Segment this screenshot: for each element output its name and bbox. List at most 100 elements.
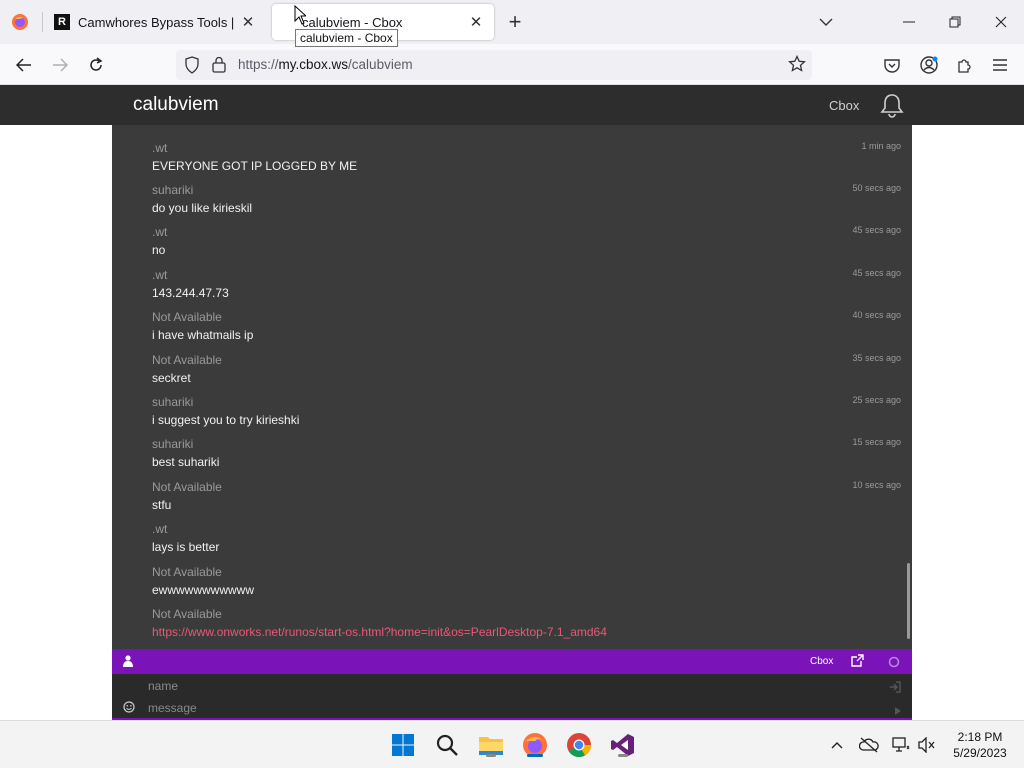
tab-title: Camwhores Bypass Tools | Priva <box>78 14 236 30</box>
message-author: suhariki <box>152 183 194 197</box>
close-tab-icon[interactable]: ✕ <box>236 10 260 34</box>
chevron-up-icon[interactable] <box>827 735 847 755</box>
smiley-icon[interactable] <box>123 700 135 718</box>
message-time: 1 min ago <box>861 141 901 151</box>
extensions-icon[interactable] <box>950 51 978 79</box>
minimize-icon[interactable] <box>895 8 923 36</box>
bell-icon[interactable] <box>879 92 905 118</box>
system-clock[interactable]: 2:18 PM 5/29/2023 <box>940 729 1020 761</box>
chat-scrollbar[interactable] <box>907 563 910 639</box>
message-author: .wt <box>152 141 168 155</box>
list-item: suhariki best suhariki 15 secs ago <box>152 437 904 470</box>
message-time: 40 secs ago <box>852 310 901 320</box>
taskbar: 2:18 PM 5/29/2023 <box>0 720 1024 768</box>
bookmark-star-icon[interactable] <box>788 54 806 78</box>
message-author: .wt <box>152 225 168 239</box>
message-text: do you like kirieskil <box>152 201 253 215</box>
url-scheme: https:// <box>238 57 279 72</box>
message-time: 45 secs ago <box>852 225 901 235</box>
clock-date: 5/29/2023 <box>953 746 1007 760</box>
message-text: lays is better <box>152 540 220 554</box>
site-header: calubviem Cbox <box>0 85 1024 125</box>
external-link-icon[interactable] <box>851 654 864 672</box>
message-text: 143.244.47.73 <box>152 286 229 300</box>
list-item: Not Available i have whatmails ip 40 sec… <box>152 310 904 343</box>
list-item: .wt no 45 secs ago <box>152 225 904 258</box>
running-indicator <box>618 754 628 757</box>
list-item: Not Available seckret 35 secs ago <box>152 353 904 386</box>
tracking-protection-shield-icon[interactable] <box>184 56 200 79</box>
restore-icon[interactable] <box>941 8 969 36</box>
post-form <box>112 674 912 720</box>
list-item: .wt EVERYONE GOT IP LOGGED BY ME 1 min a… <box>152 141 904 174</box>
back-icon[interactable] <box>10 51 38 79</box>
tab-camwhores-bypass[interactable]: R Camwhores Bypass Tools | Priva ✕ <box>46 4 266 40</box>
file-explorer-icon[interactable] <box>475 729 507 761</box>
search-icon[interactable] <box>431 729 463 761</box>
refresh-spinner-icon[interactable] <box>888 655 900 673</box>
message-text: best suhariki <box>152 455 220 469</box>
tab-tooltip: calubviem - Cbox <box>295 29 398 47</box>
address-bar[interactable]: https://my.cbox.ws/calubviem <box>176 50 812 80</box>
list-item: .wt lays is better <box>152 522 904 555</box>
message-text: ewwwwwwwwwww <box>152 583 254 597</box>
pocket-icon[interactable] <box>878 51 906 79</box>
list-item: Not Available https://www.onworks.net/ru… <box>152 607 904 640</box>
message-author: .wt <box>152 522 168 536</box>
message-time: 10 secs ago <box>852 480 901 490</box>
tab-separator <box>42 12 43 32</box>
firefox-view-icon[interactable] <box>8 10 32 34</box>
tab-title: calubviem - Cbox <box>302 14 403 30</box>
active-indicator <box>527 754 543 757</box>
message-author: Not Available <box>152 480 222 494</box>
chevron-down-icon[interactable] <box>814 10 838 34</box>
hamburger-menu-icon[interactable] <box>986 51 1014 79</box>
message-author: suhariki <box>152 437 194 451</box>
new-tab-icon[interactable]: + <box>503 9 527 34</box>
clock-time: 2:18 PM <box>957 730 1003 744</box>
forward-icon[interactable] <box>46 51 74 79</box>
windows-start-icon[interactable] <box>387 729 419 761</box>
onedrive-offline-icon[interactable] <box>859 735 879 755</box>
message-text: seckret <box>152 371 191 385</box>
message-author: Not Available <box>152 310 222 324</box>
list-item: suhariki do you like kirieskil 50 secs a… <box>152 183 904 216</box>
message-text: i suggest you to try kirieshki <box>152 413 300 427</box>
message-link[interactable]: https://www.onworks.net/runos/start-os.h… <box>152 625 607 639</box>
url-path: /calubviem <box>348 57 413 72</box>
list-item: Not Available stfu 10 secs ago <box>152 480 904 513</box>
tab-strip: R Camwhores Bypass Tools | Priva ✕ calub… <box>0 0 1024 44</box>
close-tab-icon[interactable]: ✕ <box>464 10 488 34</box>
mouse-cursor-icon <box>294 5 306 25</box>
page-title: calubviem <box>133 94 219 115</box>
close-window-icon[interactable] <box>987 8 1015 36</box>
account-icon[interactable] <box>915 51 943 79</box>
message-author: .wt <box>152 268 168 282</box>
visual-studio-icon[interactable] <box>607 729 639 761</box>
list-item: Not Available ewwwwwwwwwww <box>152 565 904 598</box>
cbox-nav-link[interactable]: Cbox <box>829 98 859 113</box>
firefox-icon[interactable] <box>519 729 551 761</box>
user-icon[interactable] <box>123 654 133 672</box>
lock-icon[interactable] <box>212 56 226 78</box>
message-input[interactable] <box>148 698 878 718</box>
message-time: 15 secs ago <box>852 437 901 447</box>
list-item: .wt 143.244.47.73 45 secs ago <box>152 268 904 301</box>
sign-in-icon[interactable] <box>889 680 901 698</box>
chat-message-list[interactable]: .wt EVERYONE GOT IP LOGGED BY ME 1 min a… <box>112 125 912 649</box>
running-indicator <box>486 754 496 757</box>
message-time: 50 secs ago <box>852 183 901 193</box>
message-text: EVERYONE GOT IP LOGGED BY ME <box>152 159 358 173</box>
reload-icon[interactable] <box>82 51 110 79</box>
chat-toolbar: Cbox <box>112 649 912 674</box>
url-text[interactable]: https://my.cbox.ws/calubviem <box>238 57 413 72</box>
message-author: Not Available <box>152 565 222 579</box>
name-input[interactable] <box>148 676 878 696</box>
volume-muted-icon[interactable] <box>916 735 936 755</box>
chrome-icon[interactable] <box>563 729 595 761</box>
message-text: https://www.onworks.net/runos/start-os.h… <box>152 624 904 640</box>
network-icon[interactable] <box>891 735 911 755</box>
cbox-link[interactable]: Cbox <box>810 656 833 667</box>
message-text: no <box>152 243 166 257</box>
list-item: suhariki i suggest you to try kirieshki … <box>152 395 904 428</box>
